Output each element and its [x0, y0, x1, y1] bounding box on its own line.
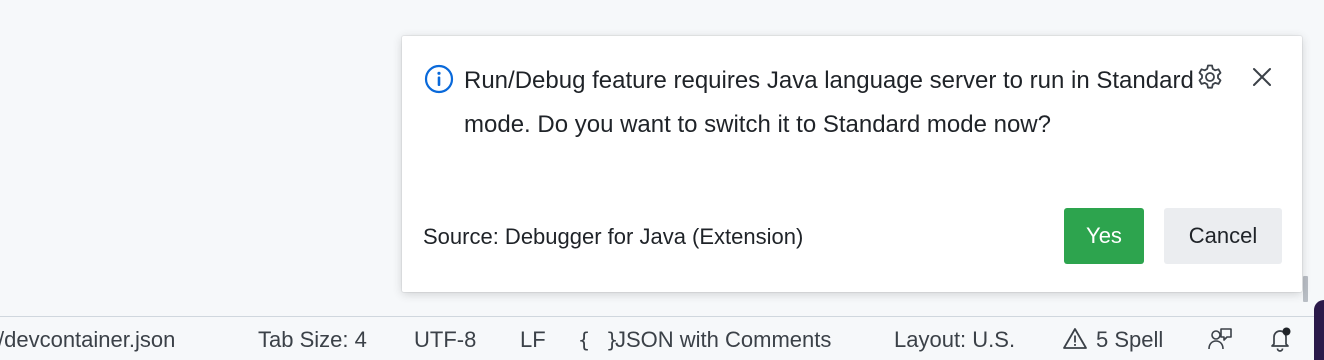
braces-icon[interactable]: { }: [578, 325, 620, 355]
status-language[interactable]: JSON with Comments: [615, 325, 831, 355]
status-encoding[interactable]: UTF-8: [414, 325, 476, 355]
info-icon: [424, 64, 454, 94]
gear-icon: [1195, 62, 1225, 97]
status-bar: /devcontainer.json Tab Size: 4 UTF-8 LF …: [0, 316, 1324, 360]
yes-button[interactable]: Yes: [1064, 208, 1144, 264]
editor-area: Run/Debug feature requires Java language…: [0, 0, 1324, 316]
notification-settings-button[interactable]: [1194, 63, 1226, 95]
status-spell[interactable]: 5 Spell: [1096, 325, 1163, 355]
notification-toast: Run/Debug feature requires Java language…: [402, 36, 1302, 292]
notification-source: Source: Debugger for Java (Extension): [423, 224, 804, 249]
scrollbar-thumb[interactable]: [1303, 276, 1308, 302]
close-icon: [1251, 66, 1273, 93]
status-tab-size[interactable]: Tab Size: 4: [258, 325, 367, 355]
cancel-button[interactable]: Cancel: [1164, 208, 1282, 264]
bell-icon[interactable]: [1266, 325, 1296, 355]
window-corner: [1314, 300, 1324, 360]
status-file-path[interactable]: /devcontainer.json: [0, 325, 175, 355]
warning-icon[interactable]: [1062, 326, 1092, 356]
notification-message: Run/Debug feature requires Java language…: [464, 67, 1194, 138]
notification-close-button[interactable]: [1247, 64, 1277, 94]
status-keyboard-layout[interactable]: Layout: U.S.: [894, 325, 1015, 355]
feedback-icon[interactable]: [1206, 325, 1236, 355]
status-eol[interactable]: LF: [520, 325, 546, 355]
